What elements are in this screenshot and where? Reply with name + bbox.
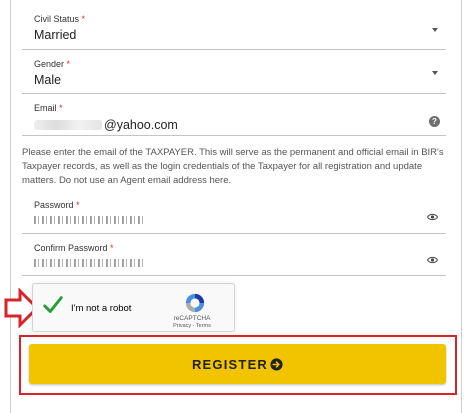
email-field[interactable]: Email * @yahoo.com ? xyxy=(22,94,446,136)
captcha-label: I'm not a robot xyxy=(71,303,132,314)
help-icon[interactable]: ? xyxy=(429,116,440,127)
register-button[interactable]: REGISTER xyxy=(29,344,446,384)
confirm-password-value xyxy=(34,256,144,270)
gender-select[interactable]: Gender * Male xyxy=(22,50,446,94)
civil-status-label: Civil Status * xyxy=(34,14,86,24)
password-field[interactable]: Password * xyxy=(22,194,446,234)
recaptcha-widget[interactable]: I'm not a robot reCAPTCHA Privacy - Term… xyxy=(32,283,235,332)
confirm-password-label: Confirm Password * xyxy=(34,243,114,253)
eye-icon[interactable] xyxy=(427,213,438,221)
checkmark-icon[interactable] xyxy=(42,294,64,316)
civil-status-select[interactable]: Civil Status * Married xyxy=(22,0,446,50)
privacy-terms-links[interactable]: Privacy - Terms xyxy=(162,323,222,329)
email-value: @yahoo.com xyxy=(34,118,178,132)
civil-status-value: Married xyxy=(34,28,77,42)
arrow-right-circle-icon xyxy=(270,357,283,371)
recaptcha-logo-icon xyxy=(185,293,205,313)
password-label: Password * xyxy=(34,200,80,210)
confirm-password-field[interactable]: Confirm Password * xyxy=(22,237,446,276)
recaptcha-brand: reCAPTCHA xyxy=(173,315,211,322)
gender-value: Male xyxy=(34,73,62,87)
chevron-down-icon[interactable] xyxy=(432,28,438,32)
redacted-text xyxy=(34,120,102,130)
email-label: Email * xyxy=(34,103,63,113)
eye-icon[interactable] xyxy=(427,256,438,264)
redacted-text xyxy=(34,216,144,224)
password-value xyxy=(34,213,144,227)
redacted-text xyxy=(34,259,144,267)
gender-label: Gender * xyxy=(34,59,71,69)
email-instructions: Please enter the email of the TAXPAYER. … xyxy=(22,147,444,186)
register-label: REGISTER xyxy=(191,356,269,372)
chevron-down-icon[interactable] xyxy=(432,71,438,75)
